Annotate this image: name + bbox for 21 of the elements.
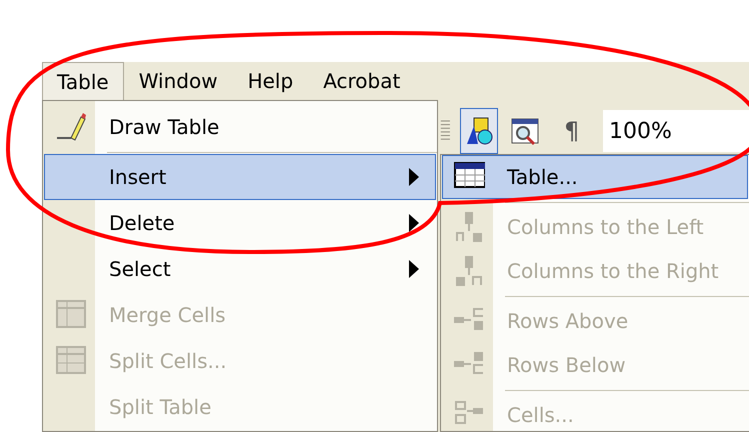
table-icon [55, 345, 87, 377]
table-icon [55, 299, 87, 331]
pencil-icon [55, 111, 87, 143]
submenu-arrow-icon [409, 260, 419, 278]
print-preview-icon [510, 116, 540, 146]
shapes-button[interactable] [460, 108, 498, 154]
menu-item[interactable]: Window [124, 62, 233, 100]
paragraph-marks-button[interactable]: ¶ [552, 108, 592, 154]
menu-item[interactable]: Select [44, 246, 436, 292]
menu-item[interactable]: Table... [442, 155, 748, 199]
menu-item[interactable]: Table [42, 62, 124, 100]
menu-item[interactable]: Insert [44, 154, 436, 200]
menu-item[interactable]: Help [232, 62, 308, 100]
menu-item[interactable]: Draw Table [44, 104, 436, 150]
insert-column-icon [453, 211, 485, 243]
zoom-field[interactable]: 100% [603, 110, 749, 152]
menu-item[interactable]: Acrobat [308, 62, 416, 100]
submenu-arrow-icon [409, 214, 419, 232]
menu-item[interactable]: Delete [44, 200, 436, 246]
submenu-arrow-icon [409, 168, 419, 186]
insert-column-icon [453, 255, 485, 287]
